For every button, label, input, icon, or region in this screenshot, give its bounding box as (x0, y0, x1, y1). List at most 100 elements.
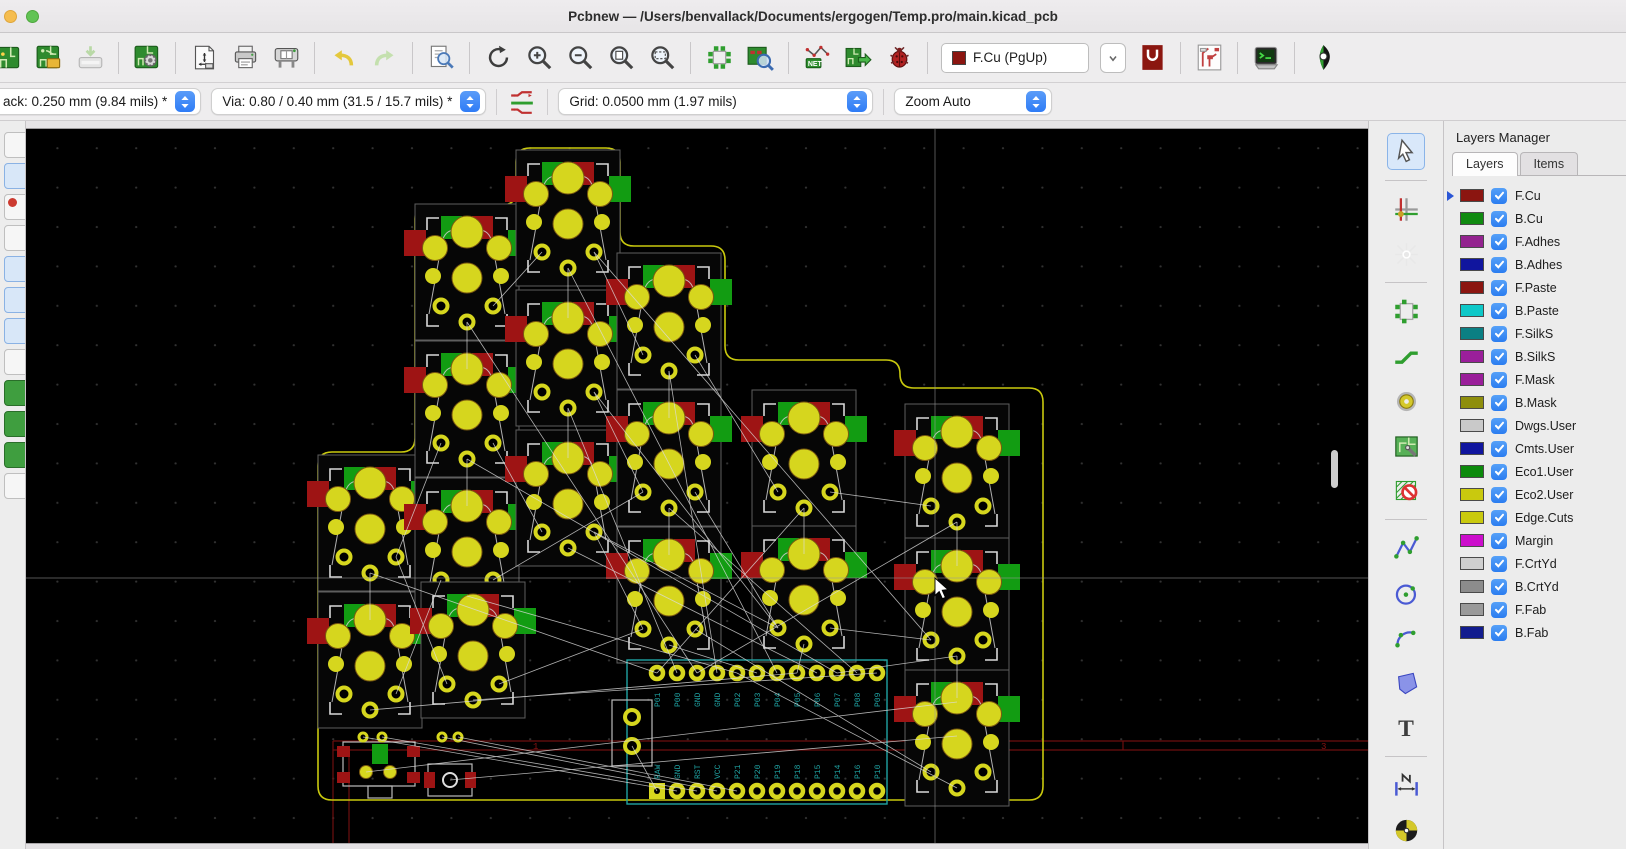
layer-visibility-checkbox[interactable] (1491, 625, 1507, 641)
layer-row-F.Cu[interactable]: F.Cu (1444, 184, 1626, 207)
net-inspector-button[interactable]: NET (802, 43, 832, 73)
tab-items[interactable]: Items (1520, 152, 1579, 175)
layer-visibility-checkbox[interactable] (1491, 303, 1507, 319)
layer-visibility-checkbox[interactable] (1491, 441, 1507, 457)
layer-color-swatch[interactable] (1460, 235, 1484, 248)
layer-visibility-checkbox[interactable] (1491, 579, 1507, 595)
redo-button[interactable] (369, 43, 399, 73)
pcb-drawing[interactable]: 13P01RAWP00GNDGNDRSTGNDVCCP02P21P03P20P0… (26, 129, 1368, 843)
left-toolbar-icon-clipped[interactable] (4, 225, 26, 251)
layer-color-swatch[interactable] (1460, 396, 1484, 409)
add-line-button[interactable] (1387, 530, 1425, 567)
layer-visibility-checkbox[interactable] (1491, 257, 1507, 273)
layer-row-F.SilkS[interactable]: F.SilkS (1444, 322, 1626, 345)
left-toolbar-icon-clipped[interactable] (4, 132, 26, 158)
refresh-button[interactable] (483, 43, 513, 73)
add-polygon-button[interactable] (1387, 665, 1425, 702)
via-style-button[interactable] (1137, 43, 1167, 73)
layer-color-swatch[interactable] (1460, 511, 1484, 524)
zoom-in-button[interactable] (524, 43, 554, 73)
layer-visibility-checkbox[interactable] (1491, 510, 1507, 526)
layer-color-swatch[interactable] (1460, 189, 1484, 202)
canvas-vertical-scrollbar[interactable] (1331, 450, 1338, 488)
layer-visibility-checkbox[interactable] (1491, 395, 1507, 411)
undo-button[interactable] (328, 43, 358, 73)
layer-visibility-checkbox[interactable] (1491, 556, 1507, 572)
left-toolbar-icon-clipped[interactable] (4, 163, 26, 189)
update-pcb-button[interactable] (843, 43, 873, 73)
key-switch-footprint[interactable] (505, 150, 631, 286)
layer-row-Margin[interactable]: Margin (1444, 529, 1626, 552)
left-toolbar-icon-clipped[interactable] (4, 380, 26, 406)
left-toolbar-icon-clipped[interactable] (4, 256, 26, 282)
layer-color-swatch[interactable] (1460, 281, 1484, 294)
layer-row-F.Mask[interactable]: F.Mask (1444, 368, 1626, 391)
layer-visibility-checkbox[interactable] (1491, 602, 1507, 618)
layer-color-swatch[interactable] (1460, 442, 1484, 455)
console-button[interactable] (1251, 43, 1281, 73)
layer-visibility-checkbox[interactable] (1491, 418, 1507, 434)
grid-select[interactable]: Grid: 0.0500 mm (1.97 mils) (558, 88, 873, 115)
layer-color-swatch[interactable] (1460, 534, 1484, 547)
left-toolbar-icon-clipped[interactable] (4, 442, 26, 468)
zoom-selection-button[interactable] (647, 43, 677, 73)
zoom-fit-button[interactable] (606, 43, 636, 73)
find-button[interactable] (426, 43, 456, 73)
layer-visibility-checkbox[interactable] (1491, 487, 1507, 503)
board-setup-button[interactable] (132, 43, 162, 73)
layer-row-B.Paste[interactable]: B.Paste (1444, 299, 1626, 322)
left-toolbar-icon-clipped[interactable] (4, 287, 26, 313)
layer-row-B.Adhes[interactable]: B.Adhes (1444, 253, 1626, 276)
layer-color-swatch[interactable] (1460, 557, 1484, 570)
route-tracks-button[interactable] (1387, 338, 1425, 375)
add-keepout-button[interactable] (1387, 473, 1425, 510)
layer-row-Cmts.User[interactable]: Cmts.User (1444, 437, 1626, 460)
highlight-net-button[interactable] (1387, 236, 1425, 273)
layer-color-swatch[interactable] (1460, 465, 1484, 478)
layer-color-swatch[interactable] (1460, 626, 1484, 639)
layer-row-Eco2.User[interactable]: Eco2.User (1444, 483, 1626, 506)
new-board-button[interactable] (0, 43, 23, 73)
layer-row-B.SilkS[interactable]: B.SilkS (1444, 345, 1626, 368)
layer-color-swatch[interactable] (1460, 304, 1484, 317)
layer-row-B.Mask[interactable]: B.Mask (1444, 391, 1626, 414)
add-dimension-button[interactable] (1387, 767, 1425, 804)
layer-visibility-checkbox[interactable] (1491, 533, 1507, 549)
left-toolbar-icon-clipped[interactable] (4, 349, 26, 375)
layer-visibility-checkbox[interactable] (1491, 211, 1507, 227)
select-tool-button[interactable] (1387, 133, 1425, 170)
key-switch-footprint[interactable] (894, 404, 1020, 540)
layer-visibility-checkbox[interactable] (1491, 280, 1507, 296)
zoom-out-button[interactable] (565, 43, 595, 73)
layer-color-swatch[interactable] (1460, 327, 1484, 340)
layer-row-B.Fab[interactable]: B.Fab (1444, 621, 1626, 644)
layer-row-B.CrtYd[interactable]: B.CrtYd (1444, 575, 1626, 598)
layer-visibility-checkbox[interactable] (1491, 326, 1507, 342)
layer-row-F.Adhes[interactable]: F.Adhes (1444, 230, 1626, 253)
layer-visibility-checkbox[interactable] (1491, 464, 1507, 480)
layer-visibility-checkbox[interactable] (1491, 188, 1507, 204)
footprint-search-button[interactable] (745, 43, 775, 73)
layer-visibility-checkbox[interactable] (1491, 372, 1507, 388)
layer-visibility-checkbox[interactable] (1491, 234, 1507, 250)
layer-visibility-checkbox[interactable] (1491, 349, 1507, 365)
tab-layers[interactable]: Layers (1452, 152, 1518, 176)
plot-button[interactable] (271, 43, 301, 73)
layer-row-Eco1.User[interactable]: Eco1.User (1444, 460, 1626, 483)
layer-color-swatch[interactable] (1460, 603, 1484, 616)
pcb-canvas[interactable]: 13P01RAWP00GNDGNDRSTGNDVCCP02P21P03P20P0… (26, 121, 1368, 849)
layer-color-swatch[interactable] (1460, 580, 1484, 593)
drc-button[interactable] (884, 43, 914, 73)
open-board-button[interactable] (34, 43, 64, 73)
layer-color-swatch[interactable] (1460, 258, 1484, 271)
place-origin-button[interactable] (1387, 812, 1425, 849)
add-text-button[interactable]: T (1387, 710, 1425, 747)
layer-color-swatch[interactable] (1460, 419, 1484, 432)
print-button[interactable] (230, 43, 260, 73)
save-board-button[interactable] (75, 43, 105, 73)
add-via-button[interactable] (1387, 383, 1425, 420)
compass-button[interactable] (1308, 43, 1338, 73)
add-circle-button[interactable] (1387, 575, 1425, 612)
layer-selector[interactable]: F.Cu (PgUp) (941, 43, 1089, 73)
layer-color-swatch[interactable] (1460, 212, 1484, 225)
